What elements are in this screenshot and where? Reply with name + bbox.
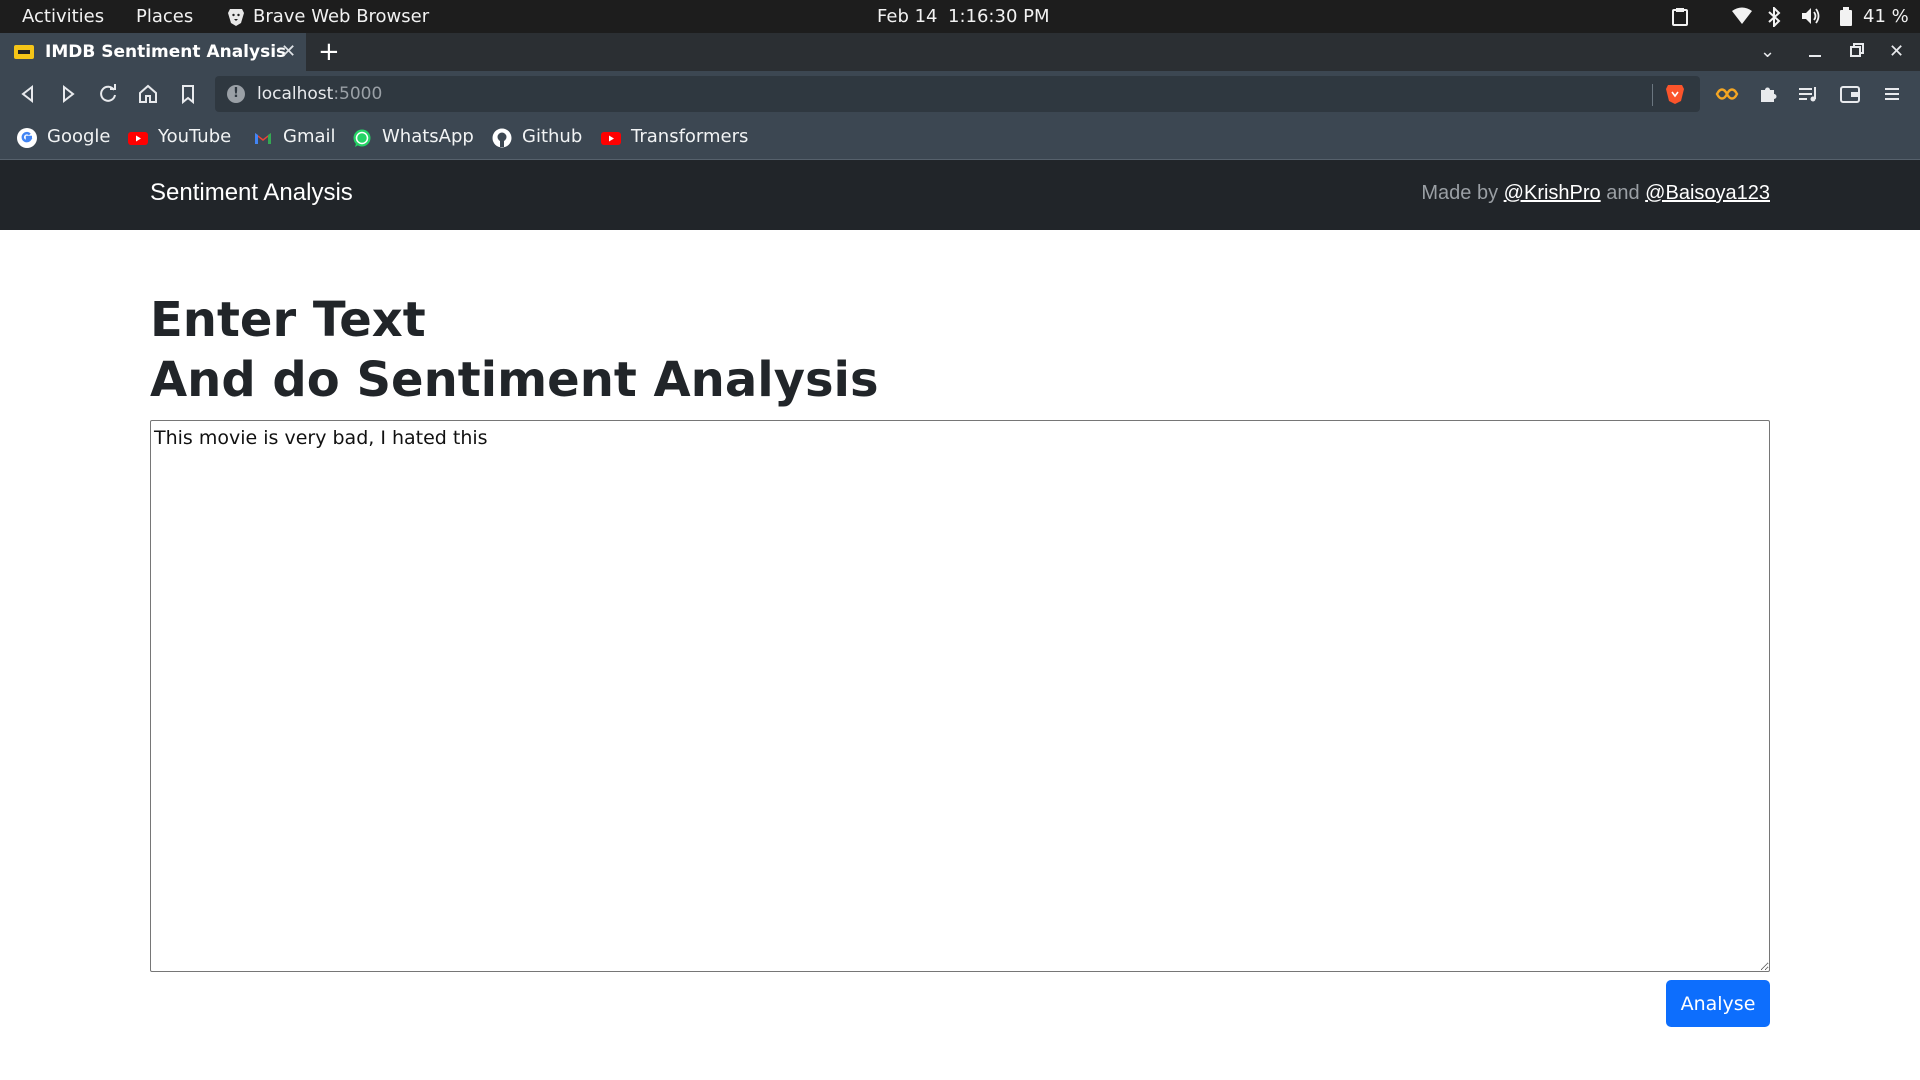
bookmark-label: Gmail bbox=[283, 126, 336, 147]
minimize-icon[interactable] bbox=[1808, 39, 1822, 64]
made-by-text: Made by @KrishPro and @Baisoya123 bbox=[1421, 182, 1770, 205]
tab-search-chevron-icon[interactable]: ⌄ bbox=[1760, 41, 1775, 62]
app-menu[interactable]: Brave Web Browser bbox=[253, 6, 429, 27]
author-link-baisoya123[interactable]: @Baisoya123 bbox=[1645, 182, 1770, 204]
google-icon bbox=[17, 128, 37, 148]
bookmark-label: Google bbox=[47, 126, 111, 147]
site-info-icon[interactable]: ! bbox=[227, 85, 245, 103]
page-heading: Enter Text And do Sentiment Analysis bbox=[150, 290, 879, 410]
bookmarks-bar: Google YouTube Gmail WhatsApp Github Tra… bbox=[0, 117, 1920, 160]
tab-title: IMDB Sentiment Analysis bbox=[45, 42, 287, 62]
author-link-krishpro[interactable]: @KrishPro bbox=[1504, 182, 1601, 204]
url-text[interactable]: localhost:5000 bbox=[257, 84, 382, 104]
menu-hamburger-icon[interactable] bbox=[1880, 82, 1904, 106]
back-icon[interactable] bbox=[16, 82, 40, 106]
forward-icon[interactable] bbox=[56, 82, 80, 106]
clipboard-icon[interactable] bbox=[1672, 7, 1688, 31]
github-icon bbox=[492, 128, 512, 148]
brave-shields-icon[interactable] bbox=[1665, 83, 1685, 109]
url-host: localhost bbox=[257, 84, 334, 104]
close-tab-icon[interactable]: ✕ bbox=[281, 41, 296, 62]
playlist-icon[interactable] bbox=[1796, 82, 1820, 106]
heading-line-1: Enter Text bbox=[150, 292, 426, 348]
places-menu[interactable]: Places bbox=[136, 6, 193, 27]
battery-percentage[interactable]: 41 % bbox=[1863, 6, 1909, 27]
site-navbar: Sentiment Analysis Made by @KrishPro and… bbox=[0, 160, 1920, 230]
url-separator bbox=[1652, 84, 1653, 106]
reload-icon[interactable] bbox=[96, 82, 120, 106]
brave-lion-icon bbox=[227, 7, 245, 31]
volume-icon[interactable] bbox=[1801, 7, 1821, 30]
browser-toolbar: ! localhost:5000 bbox=[0, 71, 1920, 117]
restore-icon[interactable] bbox=[1850, 41, 1864, 62]
wallet-icon[interactable] bbox=[1838, 82, 1862, 106]
youtube-icon bbox=[128, 128, 148, 148]
extensions-puzzle-icon[interactable] bbox=[1756, 82, 1780, 106]
made-by-prefix: Made by bbox=[1421, 182, 1499, 204]
and-text: and bbox=[1606, 182, 1640, 204]
close-window-icon[interactable]: ✕ bbox=[1889, 41, 1904, 62]
activities-button[interactable]: Activities bbox=[22, 6, 104, 27]
bookmark-label: Transformers bbox=[631, 126, 749, 147]
clock-time[interactable]: 1:16:30 PM bbox=[948, 6, 1050, 27]
bookmark-label: WhatsApp bbox=[382, 126, 474, 147]
wifi-icon[interactable] bbox=[1732, 7, 1752, 30]
imdb-favicon-icon bbox=[14, 45, 34, 59]
tab-imdb-sentiment-analysis[interactable]: IMDB Sentiment Analysis ✕ bbox=[0, 33, 306, 71]
clock-date[interactable]: Feb 14 bbox=[877, 6, 938, 27]
battery-icon[interactable] bbox=[1840, 7, 1852, 31]
tab-strip: IMDB Sentiment Analysis ✕ + ⌄ ✕ bbox=[0, 33, 1920, 71]
address-bar[interactable]: ! localhost:5000 bbox=[215, 76, 1700, 112]
heading-line-2: And do Sentiment Analysis bbox=[150, 352, 879, 408]
new-tab-icon[interactable]: + bbox=[318, 37, 340, 67]
analyse-button[interactable]: Analyse bbox=[1666, 980, 1770, 1027]
bookmark-label: Github bbox=[522, 126, 583, 147]
bookmark-label: YouTube bbox=[158, 126, 232, 147]
url-port: :5000 bbox=[333, 84, 383, 104]
bookmark-icon[interactable] bbox=[176, 82, 200, 106]
system-top-bar: Activities Places Brave Web Browser Feb … bbox=[0, 0, 1920, 33]
youtube-icon bbox=[601, 128, 621, 148]
whatsapp-icon bbox=[352, 128, 372, 148]
site-brand[interactable]: Sentiment Analysis bbox=[150, 179, 353, 207]
bluetooth-icon[interactable] bbox=[1767, 5, 1781, 32]
review-text-input[interactable]: This movie is very bad, I hated this bbox=[150, 420, 1770, 972]
gmail-icon bbox=[253, 128, 273, 148]
home-icon[interactable] bbox=[136, 82, 160, 106]
brave-rewards-icon[interactable] bbox=[1715, 82, 1739, 106]
